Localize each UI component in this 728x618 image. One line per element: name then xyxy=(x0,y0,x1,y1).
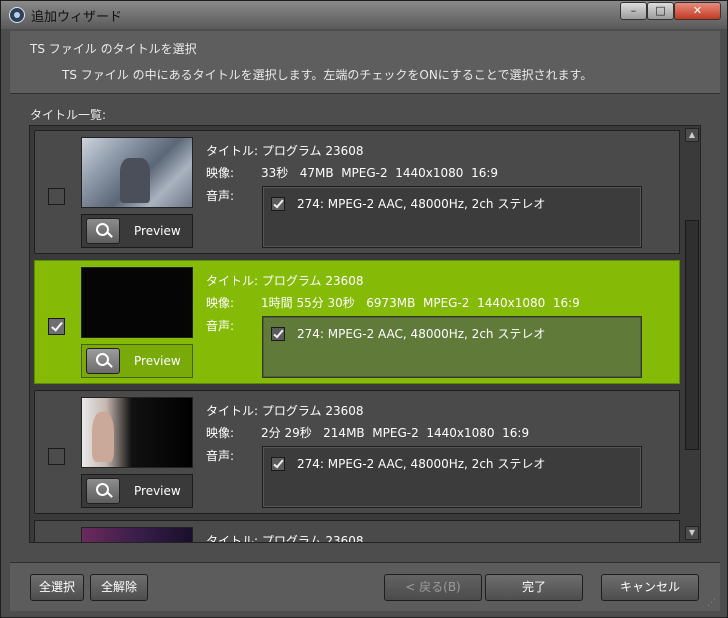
wizard-window: 追加ウィザード – □ ✕ TS ファイル のタイトルを選択 TS ファイル の… xyxy=(0,0,728,618)
video-info: 2分 29秒 214MB MPEG-2 1440x1080 16:9 xyxy=(261,426,530,440)
header-title: TS ファイル のタイトルを選択 xyxy=(30,42,197,56)
audio-track-list[interactable]: 274: MPEG-2 AAC, 48000Hz, 2ch ステレオ xyxy=(262,316,642,378)
title-text: タイトル: プログラム 23608 xyxy=(206,274,364,288)
maximize-button[interactable]: □ xyxy=(647,2,674,20)
preview-button[interactable]: Preview xyxy=(81,474,193,508)
close-button[interactable]: ✕ xyxy=(674,2,721,20)
magnifier-icon xyxy=(86,218,120,244)
magnifier-icon xyxy=(86,348,120,374)
title-text: タイトル: プログラム 23608 xyxy=(206,534,364,543)
title-text: タイトル: プログラム 23608 xyxy=(206,144,364,158)
title-bar[interactable]: 追加ウィザード – □ ✕ xyxy=(1,1,727,29)
audio-track-checkbox[interactable] xyxy=(271,327,285,341)
audio-track-list[interactable]: 274: MPEG-2 AAC, 48000Hz, 2ch ステレオ xyxy=(262,186,642,248)
video-info: 33秒 47MB MPEG-2 1440x1080 16:9 xyxy=(261,166,499,180)
app-icon xyxy=(9,7,25,23)
preview-label: Preview xyxy=(134,354,181,368)
title-list-item[interactable]: Preview タイトル: プログラム 23608 映像: 33秒 47MB M… xyxy=(34,130,680,254)
resize-grip-icon[interactable]: ⋰ xyxy=(707,598,716,608)
preview-button[interactable]: Preview xyxy=(81,344,193,378)
audio-track-list[interactable]: 274: MPEG-2 AAC, 48000Hz, 2ch ステレオ xyxy=(262,446,642,508)
minimize-button[interactable]: – xyxy=(620,2,647,20)
audio-label: 音声: xyxy=(206,449,235,463)
video-thumbnail xyxy=(81,137,193,208)
title-checkbox[interactable] xyxy=(48,188,65,205)
video-thumbnail xyxy=(81,397,193,468)
title-checkbox[interactable] xyxy=(48,448,65,465)
preview-button[interactable]: Preview xyxy=(81,214,193,248)
audio-track-checkbox[interactable] xyxy=(271,457,285,471)
wizard-header: TS ファイル のタイトルを選択 TS ファイル の中にあるタイトルを選択します… xyxy=(10,31,720,94)
audio-track-text: 274: MPEG-2 AAC, 48000Hz, 2ch ステレオ xyxy=(297,457,546,471)
video-thumbnail xyxy=(81,267,193,338)
audio-track-text: 274: MPEG-2 AAC, 48000Hz, 2ch ステレオ xyxy=(297,327,546,341)
scroll-down-arrow-icon[interactable]: ▼ xyxy=(685,526,699,540)
title-text: タイトル: プログラム 23608 xyxy=(206,404,364,418)
title-list-item[interactable]: Preview タイトル: プログラム 23608 映像: 2分 29秒 214… xyxy=(34,390,680,514)
back-button[interactable]: < 戻る(B) xyxy=(384,574,482,601)
video-label: 映像: xyxy=(206,296,235,310)
title-checkbox[interactable] xyxy=(48,318,65,335)
video-info: 1時間 55分 30秒 6973MB MPEG-2 1440x1080 16:9 xyxy=(261,296,580,310)
title-list[interactable]: Preview タイトル: プログラム 23608 映像: 33秒 47MB M… xyxy=(29,125,701,543)
audio-label: 音声: xyxy=(206,319,235,333)
video-thumbnail xyxy=(81,527,193,542)
header-description: TS ファイル の中にあるタイトルを選択します。左端のチェックをONにすることで… xyxy=(62,68,593,82)
list-scrollbar[interactable]: ▲ ▼ xyxy=(684,126,700,542)
audio-label: 音声: xyxy=(206,189,235,203)
select-all-button[interactable]: 全選択 xyxy=(30,574,84,601)
scrollbar-thumb[interactable] xyxy=(685,220,699,450)
video-label: 映像: xyxy=(206,426,235,440)
audio-track-checkbox[interactable] xyxy=(271,197,285,211)
finish-button[interactable]: 完了 xyxy=(485,574,583,601)
audio-track-text: 274: MPEG-2 AAC, 48000Hz, 2ch ステレオ xyxy=(297,197,546,211)
title-list-item[interactable]: タイトル: プログラム 23608 xyxy=(34,520,680,543)
window-title: 追加ウィザード xyxy=(31,10,123,25)
scroll-up-arrow-icon[interactable]: ▲ xyxy=(685,128,699,142)
video-label: 映像: xyxy=(206,166,235,180)
preview-label: Preview xyxy=(134,484,181,498)
title-list-label: タイトル一覧: xyxy=(30,108,107,122)
magnifier-icon xyxy=(86,478,120,504)
title-list-item[interactable]: Preview タイトル: プログラム 23608 映像: 1時間 55分 30… xyxy=(34,260,680,384)
deselect-all-button[interactable]: 全解除 xyxy=(90,574,148,601)
button-bar: 全選択 全解除 < 戻る(B) 完了 キャンセル xyxy=(10,562,720,611)
cancel-button[interactable]: キャンセル xyxy=(601,574,699,601)
preview-label: Preview xyxy=(134,224,181,238)
